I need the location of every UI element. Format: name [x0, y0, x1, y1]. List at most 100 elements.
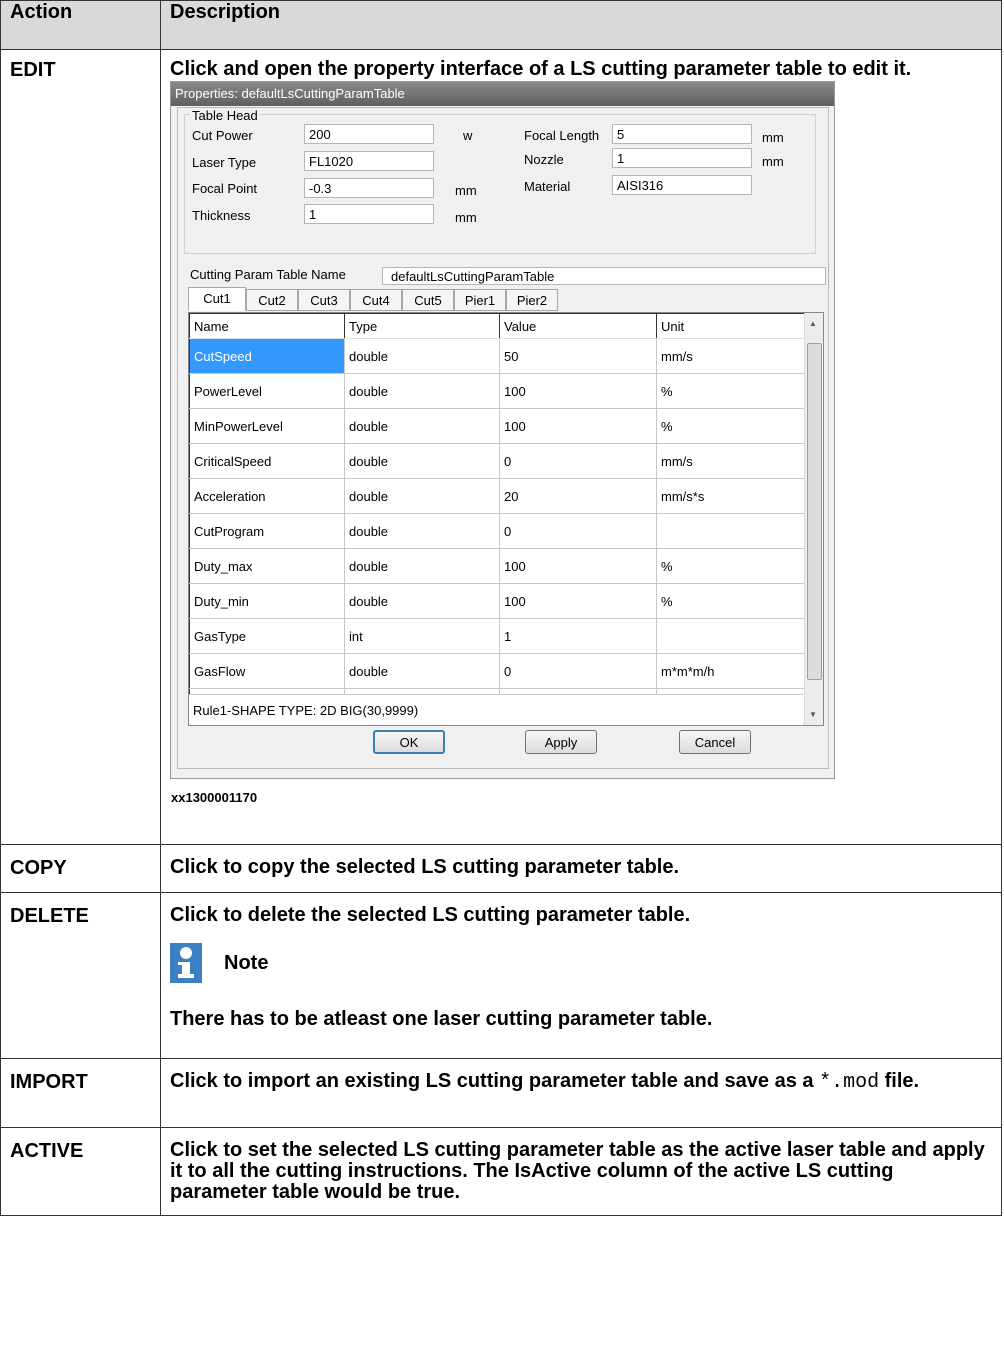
delete-text: Click to delete the selected LS cutting …	[170, 904, 691, 926]
cell-unit[interactable]: mm/s*s	[656, 478, 812, 514]
active-bold-true: true	[416, 1181, 455, 1203]
cell-value[interactable]: 100	[499, 373, 657, 409]
grid-row[interactable]: CutProgram double 0	[189, 513, 812, 549]
cell-type[interactable]: double	[344, 373, 500, 409]
thickness-label: Thickness	[192, 208, 251, 223]
grid-row[interactable]: CutSpeed double 50 mm/s	[189, 338, 812, 374]
cell-value[interactable]: 0	[499, 513, 657, 549]
tab-pier2[interactable]: Pier2	[506, 289, 558, 311]
action-active: ACTIVE	[0, 1127, 161, 1216]
cell-value[interactable]: 20	[499, 478, 657, 514]
cell-unit[interactable]: mm/s	[656, 443, 812, 479]
grid-row[interactable]: GasFlow double 0 m*m*m/h	[189, 653, 812, 689]
import-text: Click to import an existing LS cutting p…	[170, 1070, 993, 1094]
focal-point-unit: mm	[455, 183, 477, 198]
cell-unit[interactable]: %	[656, 408, 812, 444]
action-edit: EDIT	[0, 49, 161, 845]
cell-value[interactable]: 1	[499, 618, 657, 654]
cell-name[interactable]: GasFlow	[189, 653, 345, 689]
cell-value[interactable]: 50	[499, 338, 657, 374]
tab-cut5[interactable]: Cut5	[402, 289, 454, 311]
cell-value[interactable]: 100	[499, 548, 657, 584]
edit-text: Click and open the property interface of…	[170, 58, 912, 80]
grid-header-type: Type	[344, 313, 500, 339]
cell-value[interactable]: 100	[499, 408, 657, 444]
tab-cut3[interactable]: Cut3	[298, 289, 350, 311]
cell-unit[interactable]: %	[656, 373, 812, 409]
cell-name[interactable]: CriticalSpeed	[189, 443, 345, 479]
description-copy: Click to copy the selected LS cutting pa…	[160, 844, 1002, 893]
cell-unit[interactable]: mm/s	[656, 338, 812, 374]
grid-scrollbar[interactable]: ▲ ▼	[804, 313, 823, 725]
cancel-button[interactable]: Cancel	[679, 730, 751, 754]
focal-length-field[interactable]: 5	[612, 124, 752, 144]
grid-header-row: Name Type Value Unit	[189, 313, 811, 339]
cell-value[interactable]: 0	[499, 653, 657, 689]
row-edit: EDIT Click and open the property interfa…	[0, 49, 1002, 845]
cell-name[interactable]: Duty_min	[189, 583, 345, 619]
cell-type[interactable]: double	[344, 548, 500, 584]
cell-unit[interactable]: %	[656, 548, 812, 584]
import-text-start: Click to import an existing LS cutting p…	[170, 1070, 820, 1092]
cell-name[interactable]: CutProgram	[189, 513, 345, 549]
import-code: *.mod	[819, 1071, 880, 1094]
material-field[interactable]: AISI316	[612, 175, 752, 195]
nozzle-field[interactable]: 1	[612, 148, 752, 168]
cell-name[interactable]: CutSpeed	[189, 338, 345, 374]
cell-unit[interactable]: m*m*m/h	[656, 653, 812, 689]
active-text: Click to set the selected LS cutting par…	[170, 1140, 993, 1203]
grid-row[interactable]: Acceleration double 20 mm/s*s	[189, 478, 812, 514]
grid-row[interactable]: PowerLevel double 100%	[189, 373, 812, 409]
note: Note	[170, 943, 993, 983]
focal-point-field[interactable]: -0.3	[304, 178, 434, 198]
cell-type[interactable]: double	[344, 408, 500, 444]
cell-name[interactable]: Duty_max	[189, 548, 345, 584]
description-delete: Click to delete the selected LS cutting …	[160, 892, 1002, 1059]
cell-type[interactable]: double	[344, 338, 500, 374]
table-name-field[interactable]: defaultLsCuttingParamTable	[382, 267, 826, 285]
laser-type-field[interactable]: FL1020	[304, 151, 434, 171]
grid-header-unit: Unit	[656, 313, 811, 339]
grid-row[interactable]: GasType int 1	[189, 618, 812, 654]
cut-power-field[interactable]: 200	[304, 124, 434, 144]
row-delete: DELETE Click to delete the selected LS c…	[0, 892, 1002, 1059]
grid-row[interactable]: Duty_min double 100%	[189, 583, 812, 619]
image-caption: xx1300001170	[171, 790, 258, 805]
material-label: Material	[524, 179, 571, 194]
properties-dialog: Properties: defaultLsCuttingParamTable T…	[170, 81, 835, 779]
cut-power-unit: w	[463, 128, 473, 143]
dialog-title: Properties: defaultLsCuttingParamTable	[171, 82, 834, 106]
description-active: Click to set the selected LS cutting par…	[160, 1127, 1002, 1216]
import-text-end: file.	[879, 1070, 920, 1092]
cell-unit[interactable]	[656, 513, 812, 549]
cell-type[interactable]: double	[344, 513, 500, 549]
cell-name[interactable]: MinPowerLevel	[189, 408, 345, 444]
scroll-thumb[interactable]	[807, 343, 822, 680]
cell-value[interactable]: 100	[499, 583, 657, 619]
tab-pier1[interactable]: Pier1	[454, 289, 506, 311]
scroll-up-icon[interactable]: ▲	[809, 319, 817, 328]
cell-name[interactable]: GasType	[189, 618, 345, 654]
tab-cut4[interactable]: Cut4	[350, 289, 402, 311]
ok-button[interactable]: OK	[373, 730, 445, 754]
grid-row[interactable]: CriticalSpeed double 0 mm/s	[189, 443, 812, 479]
tab-cut1[interactable]: Cut1	[188, 287, 246, 311]
scroll-down-icon[interactable]: ▼	[809, 710, 817, 719]
cell-type[interactable]: int	[344, 618, 500, 654]
action-delete: DELETE	[0, 892, 161, 1059]
cell-type[interactable]: double	[344, 478, 500, 514]
param-grid-table: Name Type Value Unit CutSpeed double 50 mm/…	[189, 313, 812, 725]
cell-type[interactable]: double	[344, 443, 500, 479]
cell-name[interactable]: Acceleration	[189, 478, 345, 514]
tab-cut2[interactable]: Cut2	[246, 289, 298, 311]
thickness-field[interactable]: 1	[304, 204, 434, 224]
cell-value[interactable]: 0	[499, 443, 657, 479]
cell-type[interactable]: double	[344, 653, 500, 689]
cell-name[interactable]: PowerLevel	[189, 373, 345, 409]
cell-type[interactable]: double	[344, 583, 500, 619]
grid-row[interactable]: Duty_max double 100%	[189, 548, 812, 584]
apply-button[interactable]: Apply	[525, 730, 597, 754]
grid-row[interactable]: MinPowerLevel double 100%	[189, 408, 812, 444]
cell-unit[interactable]	[656, 618, 812, 654]
cell-unit[interactable]: %	[656, 583, 812, 619]
